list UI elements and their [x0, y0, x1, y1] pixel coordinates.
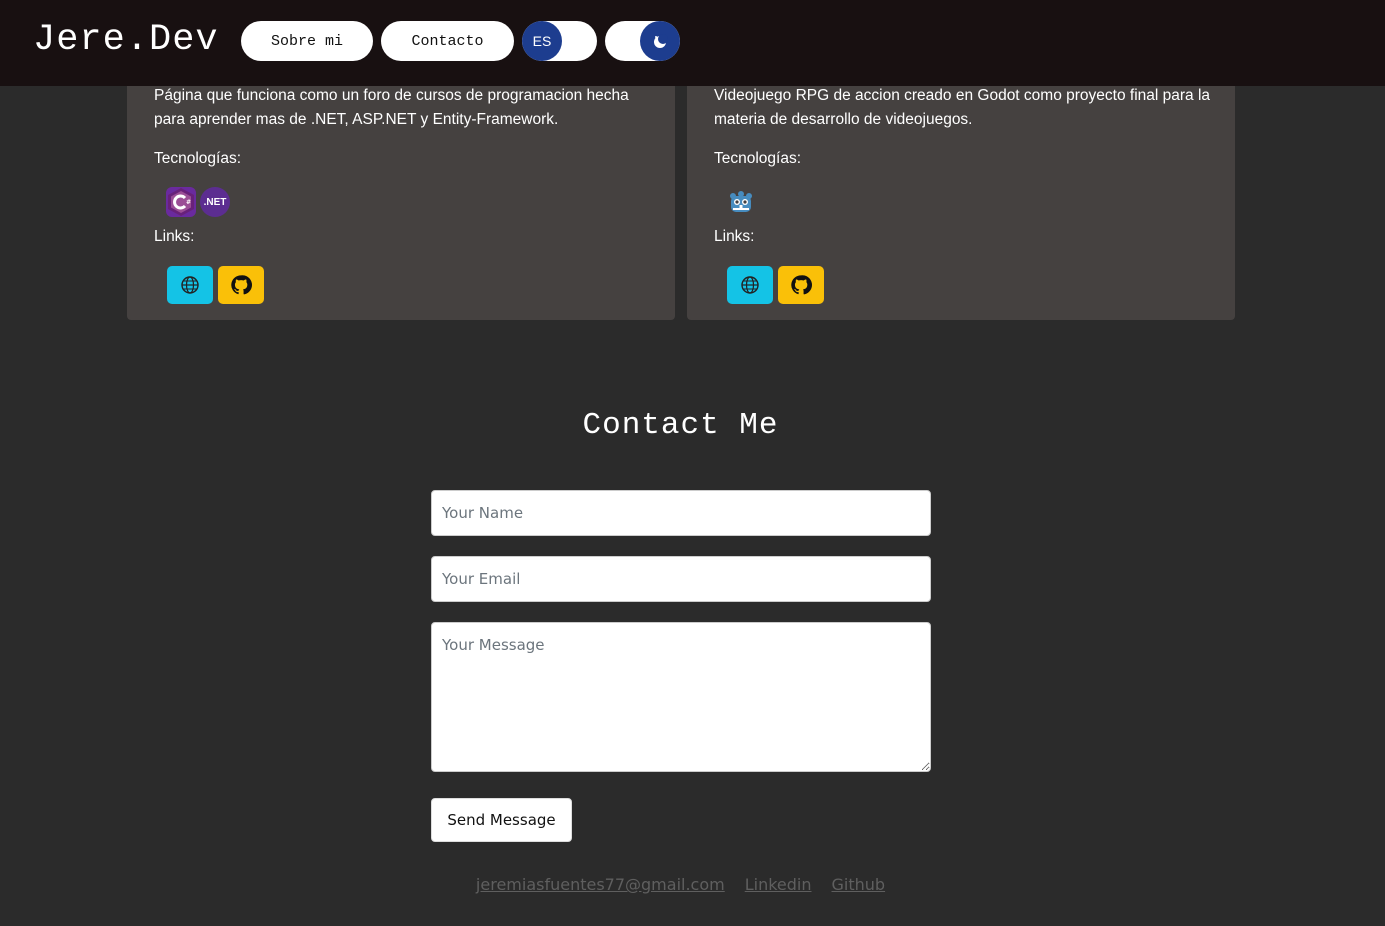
theme-toggle[interactable]	[605, 21, 680, 61]
project-links	[727, 266, 824, 304]
website-link-button[interactable]	[727, 266, 773, 304]
site-header: Jere.Dev Sobre mi Contacto ES	[0, 0, 1385, 86]
project-description: Videojuego RPG de accion creado en Godot…	[714, 87, 1211, 128]
language-toggle[interactable]: ES	[522, 21, 597, 61]
globe-icon	[181, 276, 199, 294]
godot-icon	[726, 187, 756, 217]
name-input[interactable]	[431, 490, 931, 536]
message-textarea[interactable]	[431, 622, 931, 772]
svg-text:#: #	[186, 199, 191, 206]
footer-links: jeremiasfuentes77@gmail.com Linkedin Git…	[0, 875, 1361, 894]
footer-github-link[interactable]: Github	[832, 875, 886, 894]
dotnet-icon: .NET	[200, 187, 230, 217]
tech-icons: # .NET	[166, 187, 230, 217]
project-card: Página que funciona como un foro de curs…	[127, 60, 675, 320]
globe-icon	[741, 276, 759, 294]
github-link-button[interactable]	[778, 266, 824, 304]
technologies-label: Tecnologías:	[714, 150, 802, 167]
project-description: Página que funciona como un foro de curs…	[154, 87, 629, 128]
tech-icons	[726, 187, 756, 217]
project-links	[167, 266, 264, 304]
technologies-label: Tecnologías:	[154, 150, 242, 167]
contact-title: Contact Me	[582, 408, 779, 443]
github-icon	[791, 275, 812, 295]
csharp-icon: #	[166, 187, 196, 217]
github-icon	[231, 275, 252, 295]
email-input[interactable]	[431, 556, 931, 602]
github-link-button[interactable]	[218, 266, 264, 304]
footer-email-link[interactable]: jeremiasfuentes77@gmail.com	[476, 875, 725, 894]
send-message-button[interactable]: Send Message	[431, 798, 572, 842]
project-card: Videojuego RPG de accion creado en Godot…	[687, 60, 1235, 320]
footer-linkedin-link[interactable]: Linkedin	[745, 875, 812, 894]
nav-about-button[interactable]: Sobre mi	[241, 21, 373, 61]
site-logo[interactable]: Jere.Dev	[33, 18, 219, 62]
links-label: Links:	[714, 228, 755, 245]
language-knob: ES	[522, 21, 562, 61]
nav-contact-button[interactable]: Contacto	[381, 21, 514, 61]
website-link-button[interactable]	[167, 266, 213, 304]
links-label: Links:	[154, 228, 195, 245]
moon-icon	[640, 21, 680, 61]
